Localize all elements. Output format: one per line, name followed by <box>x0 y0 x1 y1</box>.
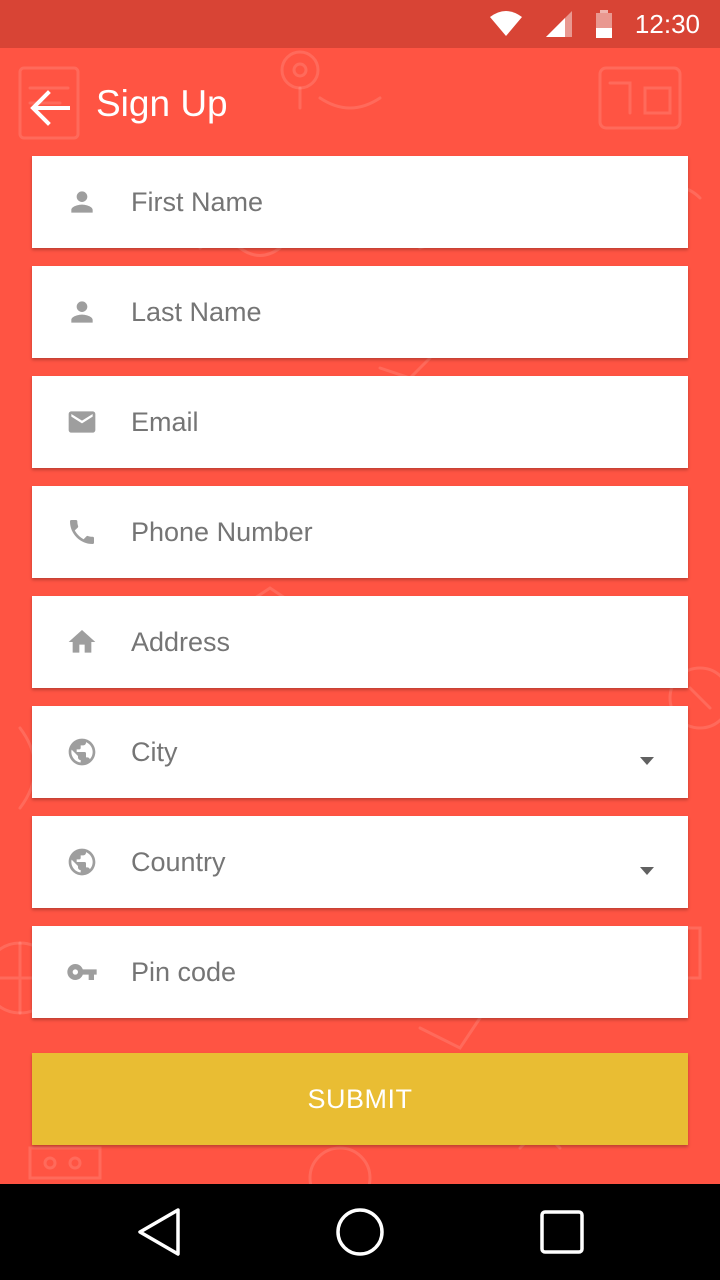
navigation-bar <box>0 1184 720 1280</box>
status-time: 12:30 <box>634 8 700 39</box>
country-placeholder: Country <box>131 847 226 877</box>
address-field[interactable]: Address <box>32 596 688 688</box>
wifi-icon <box>489 11 522 36</box>
nav-home-icon <box>336 1208 384 1256</box>
person-icon <box>66 186 98 218</box>
phone-number-field[interactable]: Phone Number <box>32 486 688 578</box>
city-placeholder: City <box>131 737 178 767</box>
pin-code-field[interactable]: Pin code <box>32 926 688 1018</box>
person-icon <box>66 296 98 328</box>
country-dropdown[interactable]: Country <box>32 816 688 908</box>
nav-recents-icon <box>540 1210 584 1254</box>
nav-back-button[interactable] <box>134 1206 186 1258</box>
email-field[interactable]: Email <box>32 376 688 468</box>
phone-number-placeholder: Phone Number <box>131 517 313 547</box>
address-placeholder: Address <box>131 627 231 657</box>
globe-icon <box>66 846 98 878</box>
first-name-field[interactable]: First Name <box>32 156 688 248</box>
globe-icon <box>66 736 98 768</box>
first-name-placeholder: First Name <box>131 187 264 217</box>
nav-home-button[interactable] <box>334 1206 386 1258</box>
nav-recents-button[interactable] <box>536 1206 588 1258</box>
nav-back-icon <box>138 1208 180 1256</box>
last-name-placeholder: Last Name <box>131 297 262 327</box>
submit-button[interactable]: SUBMIT <box>32 1053 688 1145</box>
pin-code-placeholder: Pin code <box>131 957 237 987</box>
mail-icon <box>66 406 98 438</box>
last-name-field[interactable]: Last Name <box>32 266 688 358</box>
page-title: Sign Up <box>96 83 228 124</box>
phone-icon <box>66 516 98 548</box>
email-placeholder: Email <box>131 407 199 437</box>
arrow-back-icon <box>30 90 70 126</box>
key-icon <box>66 956 98 988</box>
chevron-down-icon <box>640 867 654 875</box>
status-bar: 12:30 <box>0 0 720 48</box>
back-button[interactable] <box>28 88 72 128</box>
signal-icon <box>545 11 572 37</box>
battery-icon <box>595 10 612 38</box>
app-bar: Sign Up <box>0 48 720 160</box>
signup-form: First Name Last Name Email Phone Number … <box>32 156 688 1036</box>
chevron-down-icon <box>640 757 654 765</box>
home-icon <box>66 626 98 658</box>
city-dropdown[interactable]: City <box>32 706 688 798</box>
